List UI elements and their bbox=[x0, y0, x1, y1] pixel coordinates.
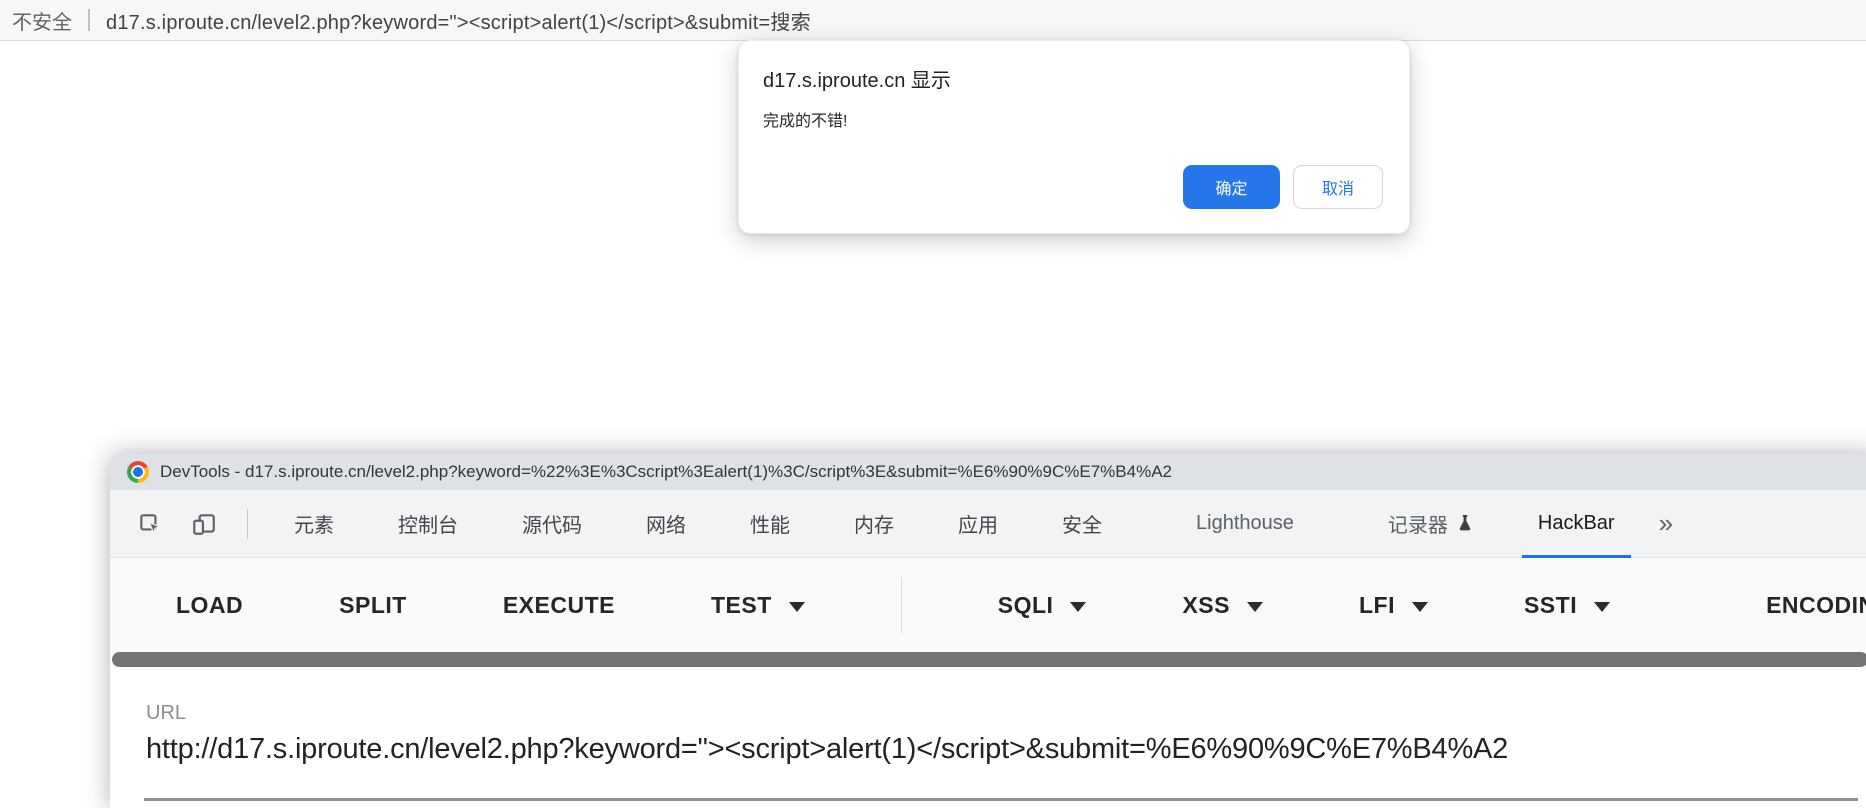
alert-message: 完成的不错! bbox=[763, 111, 1383, 133]
tab-elements[interactable]: 元素 bbox=[294, 490, 334, 558]
hackbar-load-button[interactable]: LOAD bbox=[176, 592, 243, 619]
security-label: 不安全 bbox=[12, 6, 72, 35]
hackbar-url-panel: URL http://d17.s.iproute.cn/level2.php?k… bbox=[110, 668, 1866, 808]
device-toolbar-icon[interactable] bbox=[191, 511, 217, 537]
hackbar-xss-label: XSS bbox=[1182, 592, 1230, 619]
hackbar-load-label: LOAD bbox=[176, 592, 243, 619]
browser-url-bar[interactable]: 不安全 d17.s.iproute.cn/level2.php?keyword=… bbox=[0, 0, 1866, 41]
tab-network[interactable]: 网络 bbox=[646, 490, 686, 558]
devtools-window: DevTools - d17.s.iproute.cn/level2.php?k… bbox=[110, 454, 1866, 808]
devtools-titlebar[interactable]: DevTools - d17.s.iproute.cn/level2.php?k… bbox=[110, 454, 1866, 490]
hackbar-execute-label: EXECUTE bbox=[503, 592, 615, 619]
tab-security[interactable]: 安全 bbox=[1062, 490, 1102, 558]
devtools-window-title: DevTools - d17.s.iproute.cn/level2.php?k… bbox=[160, 462, 1172, 482]
hackbar-encoding-menu[interactable]: ENCODING bbox=[1766, 592, 1866, 619]
hackbar-ssti-menu[interactable]: SSTI bbox=[1524, 592, 1610, 619]
hackbar-toolbar: LOAD SPLIT EXECUTE TEST SQLI XSS L bbox=[110, 558, 1866, 652]
alert-actions: 确定 取消 bbox=[1183, 165, 1383, 209]
hackbar-split-label: SPLIT bbox=[339, 592, 407, 619]
dropdown-caret-icon bbox=[1412, 602, 1428, 612]
tab-console[interactable]: 控制台 bbox=[398, 490, 458, 558]
dropdown-caret-icon bbox=[1594, 602, 1610, 612]
tab-sources[interactable]: 源代码 bbox=[522, 490, 582, 558]
hackbar-split-button[interactable]: SPLIT bbox=[339, 592, 407, 619]
hackbar-divider bbox=[901, 577, 902, 633]
flask-icon bbox=[1456, 513, 1474, 535]
tab-performance[interactable]: 性能 bbox=[750, 490, 790, 558]
inspect-element-icon[interactable] bbox=[137, 511, 163, 537]
hackbar-execute-button[interactable]: EXECUTE bbox=[503, 592, 615, 619]
hackbar-test-menu[interactable]: TEST bbox=[711, 592, 805, 619]
hackbar-encoding-label: ENCODING bbox=[1766, 592, 1866, 619]
page-url-text: d17.s.iproute.cn/level2.php?keyword="><s… bbox=[106, 6, 811, 35]
hackbar-xss-menu[interactable]: XSS bbox=[1182, 592, 1263, 619]
hackbar-test-label: TEST bbox=[711, 592, 772, 619]
hackbar-ssti-label: SSTI bbox=[1524, 592, 1577, 619]
dropdown-caret-icon bbox=[789, 602, 805, 612]
url-field-label: URL bbox=[146, 702, 186, 725]
scrollbar-thumb[interactable] bbox=[112, 652, 1866, 667]
cancel-button[interactable]: 取消 bbox=[1293, 165, 1383, 209]
horizontal-scrollbar[interactable] bbox=[110, 652, 1866, 668]
confirm-button[interactable]: 确定 bbox=[1183, 165, 1280, 209]
tab-memory[interactable]: 内存 bbox=[854, 490, 894, 558]
tab-hackbar[interactable]: HackBar bbox=[1538, 490, 1615, 558]
tab-lighthouse[interactable]: Lighthouse bbox=[1196, 490, 1294, 558]
url-bar-divider bbox=[88, 9, 90, 31]
hackbar-lfi-label: LFI bbox=[1359, 592, 1395, 619]
more-tabs-button[interactable]: » bbox=[1659, 508, 1673, 539]
hackbar-sqli-menu[interactable]: SQLI bbox=[998, 592, 1087, 619]
tab-application[interactable]: 应用 bbox=[958, 490, 998, 558]
dropdown-caret-icon bbox=[1247, 602, 1263, 612]
hackbar-lfi-menu[interactable]: LFI bbox=[1359, 592, 1428, 619]
devtools-tab-bar: 元素 控制台 源代码 网络 性能 内存 应用 安全 Lighthouse 记录器… bbox=[110, 490, 1866, 558]
tabbar-divider bbox=[247, 509, 248, 539]
tab-recorder-label: 记录器 bbox=[1388, 509, 1448, 538]
url-field-underline bbox=[144, 798, 1858, 801]
url-field-value[interactable]: http://d17.s.iproute.cn/level2.php?keywo… bbox=[146, 730, 1508, 768]
chrome-logo-icon bbox=[127, 461, 149, 483]
dropdown-caret-icon bbox=[1070, 602, 1086, 612]
alert-title: d17.s.iproute.cn 显示 bbox=[763, 67, 1383, 95]
screen: 不安全 d17.s.iproute.cn/level2.php?keyword=… bbox=[0, 0, 1866, 808]
tab-recorder[interactable]: 记录器 bbox=[1388, 490, 1474, 558]
js-alert-dialog: d17.s.iproute.cn 显示 完成的不错! 确定 取消 bbox=[738, 40, 1410, 234]
hackbar-sqli-label: SQLI bbox=[998, 592, 1054, 619]
